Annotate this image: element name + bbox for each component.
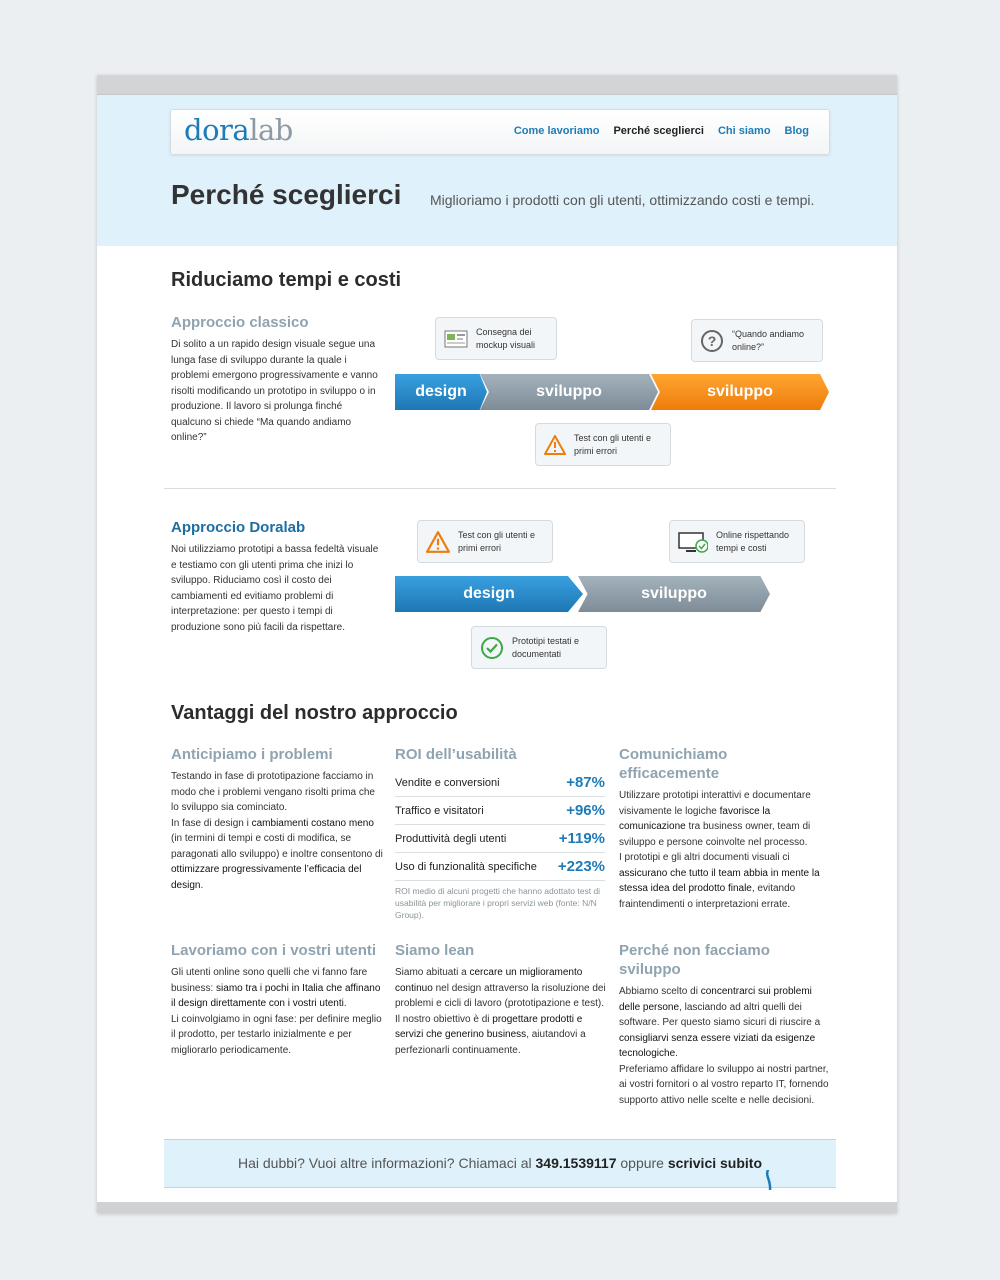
roi-value: +119% [558, 830, 605, 847]
browser-window: doralab Come lavoriamo Perché sceglierci C… [97, 75, 897, 1213]
non-sviluppo-text: Abbiamo scelto di concentrarci sui probl… [619, 984, 829, 1108]
non-sviluppo-p2: Preferiamo affidare lo sviluppo ai nostr… [619, 1063, 829, 1106]
roi-row: Produttività degli utenti +119% [395, 825, 605, 853]
callout-mockup-text: Consegna dei mockup visuali [476, 327, 536, 350]
anticipiamo-p2-e: . [200, 879, 204, 891]
callout-test-errors-classic: Test con gli utenti e primi errori [535, 423, 671, 466]
anticipiamo-title: Anticipiamo i problemi [171, 746, 333, 763]
callout-test-errors-classic-text: Test con gli utenti e primi errori [574, 433, 652, 456]
comunichiamo-p1: Utilizzare prototipi interattivi e docum… [619, 788, 827, 850]
comunichiamo-p2: I prototipi e gli altri documenti visual… [619, 850, 827, 912]
step-sviluppo-classic-2: sviluppo [651, 374, 829, 410]
roi-value: +87% [566, 774, 605, 791]
warning-icon [544, 434, 566, 455]
anticipiamo-p1: Testando in fase di prototipazione facci… [171, 771, 375, 813]
classic-approach-title: Approccio classico [171, 314, 309, 331]
nav-chi-siamo[interactable]: Chi siamo [718, 125, 771, 137]
roi-row: Uso di funzionalità specifiche +223% [395, 853, 605, 881]
step-design-doralab: design [395, 576, 583, 612]
roi-label: Uso di funzionalità specifiche [395, 861, 537, 873]
anticipiamo-p2-a: In fase di design i [171, 817, 252, 829]
lavoriamo-utenti-p2: Li coinvolgiamo in ogni fase: per defini… [171, 1013, 382, 1056]
step-design-classic: design [395, 374, 487, 410]
non-sviluppo-p1: Abbiamo scelto di concentrarci sui probl… [619, 984, 829, 1062]
anticipiamo-p2: In fase di design i cambiamenti costano … [171, 816, 385, 894]
cta-text-2: oppure [616, 1155, 668, 1171]
logo-text-dora: dora [184, 113, 250, 147]
mockup-icon [444, 330, 468, 348]
nav-perche-sceglierci[interactable]: Perché sceglierci [613, 125, 704, 137]
roi-row: Vendite e conversioni +87% [395, 769, 605, 797]
callout-online-question: ? “Quando andiamo online?” [691, 319, 823, 362]
non-sviluppo-p1-e: . [675, 1048, 678, 1059]
callout-mockup: Consegna dei mockup visuali [435, 317, 557, 360]
roi-label: Produttività degli utenti [395, 833, 507, 845]
window-bottom-edge [97, 1202, 897, 1213]
top-navbar: doralab Come lavoriamo Perché sceglierci C… [170, 109, 830, 155]
siamo-lean-p1: Siamo abituati a cercare un migliorament… [395, 965, 607, 1012]
siamo-lean-p1-a: Siamo abituati a [395, 967, 470, 978]
siamo-lean-text: Siamo abituati a cercare un migliorament… [395, 965, 607, 1058]
hero-banner: doralab Come lavoriamo Perché sceglierci C… [97, 95, 897, 246]
siamo-lean-p2: Il nostro obiettivo è di progettare prod… [395, 1012, 607, 1059]
section-title-vantaggi: Vantaggi del nostro approccio [171, 702, 458, 724]
contact-cta-bar: Hai dubbi? Vuoi altre informazioni? Chia… [164, 1139, 836, 1190]
roi-title: ROI dell’usabilità [395, 746, 517, 763]
anticipiamo-p2-c: (in termini di tempi e costi di modifica… [171, 833, 383, 860]
callout-prototypes-tested-text: Prototipi testati e documentati [512, 636, 580, 659]
cta-phone[interactable]: 349.1539117 [536, 1155, 617, 1171]
check-circle-icon [480, 636, 504, 660]
comunichiamo-p1-a: Utilizzare prototipi interattivi e docum… [619, 790, 811, 817]
roi-source-note: ROI medio di alcuni progetti che hanno a… [395, 886, 601, 920]
anticipiamo-text: Testando in fase di prototipazione facci… [171, 769, 385, 893]
callout-online-question-text: “Quando andiamo online?” [732, 329, 805, 352]
classic-approach-text: Di solito a un rapido design visuale seg… [171, 339, 378, 443]
non-sviluppo-p1-a: Abbiamo scelto di [619, 986, 701, 997]
non-sviluppo-title: Perché non facciamo sviluppo [619, 942, 770, 978]
monitor-check-icon [678, 531, 708, 553]
cta-write-link[interactable]: scrivici subito [668, 1155, 762, 1171]
lavoriamo-utenti-title: Lavoriamo con i vostri utenti [171, 942, 377, 959]
roi-row: Traffico e visitatori +96% [395, 797, 605, 825]
step-sviluppo-classic-1: sviluppo [480, 374, 658, 410]
callout-online-on-time: Online rispettando tempi e costi [669, 520, 805, 563]
siamo-lean-title: Siamo lean [395, 942, 475, 959]
doralab-approach-title: Approccio Doralab [171, 519, 306, 536]
roi-label: Traffico e visitatori [395, 805, 484, 817]
comunichiamo-text: Utilizzare prototipi interattivi e docum… [619, 788, 827, 912]
comunichiamo-title: Comunichiamo efficacemente [619, 746, 728, 782]
nav-blog[interactable]: Blog [785, 125, 809, 137]
anticipiamo-p2-b: cambiamenti costano meno [251, 817, 374, 829]
section-title-riduciamo: Riduciamo tempi e costi [171, 269, 402, 291]
callout-test-errors-doralab: Test con gli utenti e primi errori [417, 520, 553, 563]
page-title: Perché sceglierci [171, 179, 402, 210]
callout-online-on-time-text: Online rispettando tempi e costi [716, 530, 790, 553]
main-nav: Come lavoriamo Perché sceglierci Chi siamo… [500, 125, 809, 137]
lavoriamo-utenti-p1-c: . [343, 998, 347, 1009]
callout-prototypes-tested: Prototipi testati e documentati [471, 626, 607, 669]
page-tagline: Miglioriamo i prodotti con gli utenti, o… [430, 192, 815, 208]
nav-come-lavoriamo[interactable]: Come lavoriamo [514, 125, 600, 137]
lavoriamo-utenti-p1: Gli utenti online sono quelli che vi fan… [171, 965, 385, 1012]
logo-text-lab: lab [249, 113, 293, 147]
comunichiamo-p2-a: I prototipi e gli altri documenti visual… [619, 852, 790, 863]
roi-value: +223% [557, 858, 605, 875]
doralab-logo[interactable]: doralab [184, 113, 293, 147]
roi-value: +96% [566, 802, 605, 819]
contact-cta-text: Hai dubbi? Vuoi altre informazioni? Chia… [164, 1155, 836, 1171]
svg-text:?: ? [708, 333, 717, 349]
callout-test-errors-doralab-text: Test con gli utenti e primi errori [458, 530, 536, 553]
question-icon: ? [700, 329, 724, 353]
roi-label: Vendite e conversioni [395, 777, 500, 789]
lavoriamo-utenti-text: Gli utenti online sono quelli che vi fan… [171, 965, 385, 1058]
section-divider [164, 488, 836, 489]
siamo-lean-p2-a: Il nostro obiettivo è di [395, 1013, 493, 1025]
ink-stroke-icon [765, 1170, 772, 1190]
cta-text-1: Hai dubbi? Vuoi altre informazioni? Chia… [237, 1155, 536, 1171]
warning-icon [426, 530, 450, 553]
step-sviluppo-doralab: sviluppo [578, 576, 770, 612]
non-sviluppo-p1-d: consigliarvi senza essere viziati da esi… [619, 1032, 816, 1060]
doralab-approach-text: Noi utilizziamo prototipi a bassa fedelt… [171, 544, 379, 633]
window-titlebar [97, 75, 897, 95]
